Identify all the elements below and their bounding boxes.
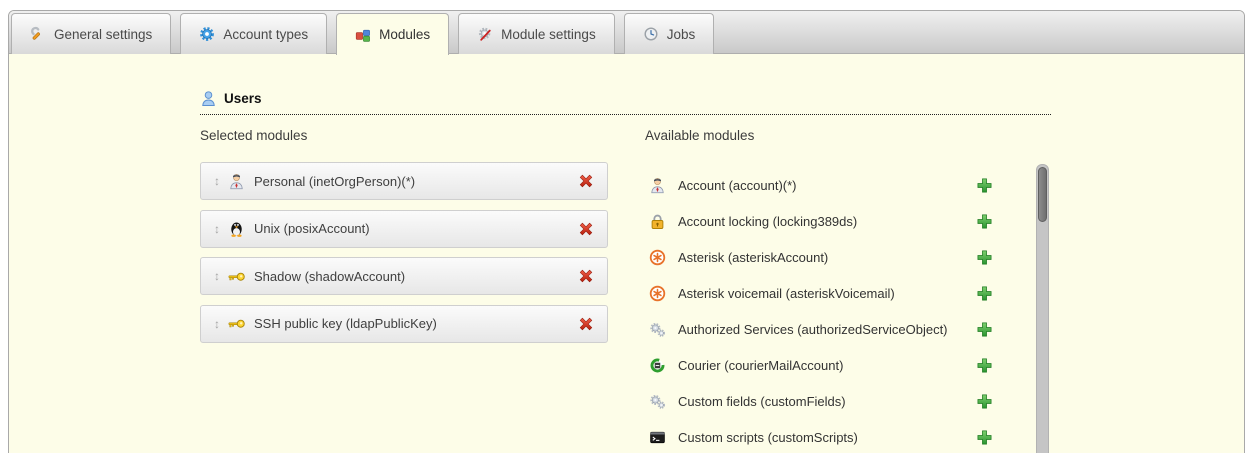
users-section-heading: Users [200, 90, 1051, 115]
drag-handle-icon[interactable]: ↕ [211, 269, 223, 283]
gears-icon [649, 393, 666, 410]
lock-icon [649, 213, 666, 230]
add-module-icon[interactable] [976, 213, 993, 230]
module-label: Shadow (shadowAccount) [254, 269, 405, 284]
module-label: Account locking (locking389ds) [678, 214, 857, 229]
tab-label: Modules [379, 27, 430, 42]
asterisk-icon [649, 249, 666, 266]
selected-modules-header: Selected modules [200, 128, 307, 143]
selected-module-row[interactable]: ↕ Personal (inetOrgPerson)(*) [200, 162, 608, 200]
key-icon [228, 315, 245, 332]
selected-module-row[interactable]: ↕ Shadow (shadowAccount) [200, 257, 608, 295]
tab-bar: General settings Account types Modules M… [9, 11, 1244, 54]
person-icon [228, 173, 245, 190]
remove-module-icon[interactable] [577, 315, 595, 333]
module-label: Personal (inetOrgPerson)(*) [254, 174, 415, 189]
drag-handle-icon[interactable]: ↕ [211, 174, 223, 188]
remove-module-icon[interactable] [577, 172, 595, 190]
scrollbar-thumb[interactable] [1038, 167, 1047, 222]
module-label: Custom scripts (customScripts) [678, 430, 858, 445]
available-module-row: Custom scripts (customScripts) [646, 423, 1006, 451]
selected-module-row[interactable]: ↕ Unix (posixAccount) [200, 210, 608, 248]
module-label: Account (account)(*) [678, 178, 797, 193]
available-modules-header: Available modules [645, 128, 754, 143]
gear-blue-icon [199, 26, 215, 42]
add-module-icon[interactable] [976, 321, 993, 338]
tab-label: Module settings [501, 27, 596, 42]
key-icon [228, 268, 245, 285]
add-module-icon[interactable] [976, 177, 993, 194]
add-module-icon[interactable] [976, 285, 993, 302]
remove-module-icon[interactable] [577, 267, 595, 285]
asterisk-icon [649, 285, 666, 302]
module-label: Asterisk (asteriskAccount) [678, 250, 828, 265]
tab-jobs[interactable]: Jobs [624, 13, 715, 54]
available-modules-scrollbar[interactable] [1036, 164, 1049, 453]
selected-module-row[interactable]: ↕ SSH public key (ldapPublicKey) [200, 305, 608, 343]
courier-icon [649, 357, 666, 374]
available-module-row: Account (account)(*) [646, 171, 1006, 199]
tux-icon [228, 220, 245, 237]
available-module-row: Courier (courierMailAccount) [646, 351, 1006, 379]
module-label: Courier (courierMailAccount) [678, 358, 843, 373]
add-module-icon[interactable] [976, 429, 993, 446]
module-label: Authorized Services (authorizedServiceOb… [678, 322, 948, 337]
gears-icon [649, 321, 666, 338]
tab-label: Jobs [667, 27, 696, 42]
module-label: SSH public key (ldapPublicKey) [254, 316, 437, 331]
drag-handle-icon[interactable]: ↕ [211, 222, 223, 236]
available-module-row: Asterisk (asteriskAccount) [646, 243, 1006, 271]
available-module-row: Asterisk voicemail (asteriskVoicemail) [646, 279, 1006, 307]
add-module-icon[interactable] [976, 357, 993, 374]
tab-account-types[interactable]: Account types [180, 13, 327, 54]
module-label: Asterisk voicemail (asteriskVoicemail) [678, 286, 895, 301]
available-module-row: Custom fields (customFields) [646, 387, 1006, 415]
terminal-icon [649, 429, 666, 446]
available-module-row: Account locking (locking389ds) [646, 207, 1006, 235]
add-module-icon[interactable] [976, 393, 993, 410]
settings-window: General settings Account types Modules M… [8, 10, 1245, 453]
tab-module-settings[interactable]: Module settings [458, 13, 615, 54]
tab-general-settings[interactable]: General settings [11, 13, 171, 54]
remove-module-icon[interactable] [577, 220, 595, 238]
add-module-icon[interactable] [976, 249, 993, 266]
drag-handle-icon[interactable]: ↕ [211, 317, 223, 331]
user-icon [200, 90, 217, 107]
wrench-icon [30, 26, 46, 42]
tab-label: Account types [223, 27, 308, 42]
module-label: Unix (posixAccount) [254, 221, 370, 236]
person-icon [649, 177, 666, 194]
module-label: Custom fields (customFields) [678, 394, 846, 409]
gear-edit-icon [477, 26, 493, 42]
tab-modules[interactable]: Modules [336, 13, 449, 55]
modules-panel: Users Selected modules Available modules… [9, 54, 1244, 453]
clock-icon [643, 26, 659, 42]
tab-label: General settings [54, 27, 152, 42]
blocks-icon [355, 27, 371, 43]
section-title: Users [224, 91, 262, 106]
available-module-row: Authorized Services (authorizedServiceOb… [646, 315, 1006, 343]
